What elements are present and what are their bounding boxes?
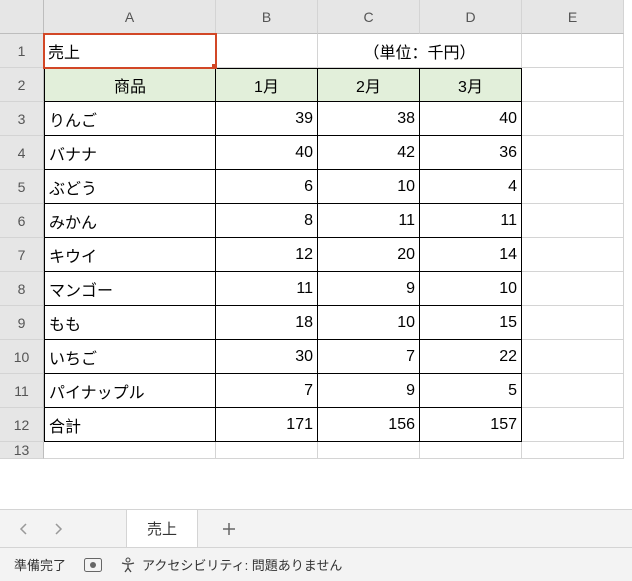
- cell-B4[interactable]: 40: [216, 136, 318, 170]
- cell-A13[interactable]: [44, 442, 216, 459]
- sheet-tab-active[interactable]: 売上: [126, 509, 198, 549]
- cell-C9[interactable]: 10: [318, 306, 420, 340]
- cell-B6[interactable]: 8: [216, 204, 318, 238]
- row-head-11[interactable]: 11: [0, 374, 44, 408]
- accessibility-icon: [120, 557, 136, 573]
- col-head-A[interactable]: A: [44, 0, 216, 34]
- cell-E3[interactable]: [522, 102, 624, 136]
- cell-A1[interactable]: 売上: [44, 34, 216, 68]
- cell-C11[interactable]: 9: [318, 374, 420, 408]
- cell-A8[interactable]: マンゴー: [44, 272, 216, 306]
- cell-B2[interactable]: 1月: [216, 68, 318, 102]
- col-head-E[interactable]: E: [522, 0, 624, 34]
- tab-nav-prev[interactable]: [14, 519, 34, 539]
- select-all-corner[interactable]: [0, 0, 44, 34]
- cell-A7[interactable]: キウイ: [44, 238, 216, 272]
- spreadsheet-grid[interactable]: A B C D E 1 売上 （単位：千円） 2 商品 1月 2月 3月 3 り…: [0, 0, 632, 459]
- cell-C10[interactable]: 7: [318, 340, 420, 374]
- plus-icon: [222, 522, 236, 536]
- accessibility-label: アクセシビリティ: 問題ありません: [142, 555, 342, 574]
- row-head-7[interactable]: 7: [0, 238, 44, 272]
- cell-E12[interactable]: [522, 408, 624, 442]
- status-ready: 準備完了: [14, 555, 66, 574]
- row-head-4[interactable]: 4: [0, 136, 44, 170]
- cell-E10[interactable]: [522, 340, 624, 374]
- cell-A9[interactable]: もも: [44, 306, 216, 340]
- cell-E4[interactable]: [522, 136, 624, 170]
- cell-E8[interactable]: [522, 272, 624, 306]
- cell-D3[interactable]: 40: [420, 102, 522, 136]
- cell-A4[interactable]: バナナ: [44, 136, 216, 170]
- cell-D6[interactable]: 11: [420, 204, 522, 238]
- cell-D13[interactable]: [420, 442, 522, 459]
- cell-B9[interactable]: 18: [216, 306, 318, 340]
- cell-D8[interactable]: 10: [420, 272, 522, 306]
- cell-A10[interactable]: いちご: [44, 340, 216, 374]
- cell-D5[interactable]: 4: [420, 170, 522, 204]
- cell-A3[interactable]: りんご: [44, 102, 216, 136]
- sheet-tab-strip: 売上: [0, 509, 632, 547]
- cell-D9[interactable]: 15: [420, 306, 522, 340]
- row-head-10[interactable]: 10: [0, 340, 44, 374]
- status-bar: 準備完了 アクセシビリティ: 問題ありません: [0, 547, 632, 581]
- cell-E2[interactable]: [522, 68, 624, 102]
- row-head-12[interactable]: 12: [0, 408, 44, 442]
- cell-C3[interactable]: 38: [318, 102, 420, 136]
- cell-B13[interactable]: [216, 442, 318, 459]
- macro-record-button[interactable]: [84, 558, 102, 572]
- cell-A12[interactable]: 合計: [44, 408, 216, 442]
- cell-E5[interactable]: [522, 170, 624, 204]
- cell-A2[interactable]: 商品: [44, 68, 216, 102]
- cell-B8[interactable]: 11: [216, 272, 318, 306]
- cell-D2[interactable]: 3月: [420, 68, 522, 102]
- row-head-3[interactable]: 3: [0, 102, 44, 136]
- cell-C12[interactable]: 156: [318, 408, 420, 442]
- record-macro-icon: [84, 558, 102, 572]
- cell-D10[interactable]: 22: [420, 340, 522, 374]
- cell-C2[interactable]: 2月: [318, 68, 420, 102]
- cell-E13[interactable]: [522, 442, 624, 459]
- cell-E6[interactable]: [522, 204, 624, 238]
- cell-D7[interactable]: 14: [420, 238, 522, 272]
- cell-A6[interactable]: みかん: [44, 204, 216, 238]
- cell-B1[interactable]: [216, 34, 318, 68]
- row-head-6[interactable]: 6: [0, 204, 44, 238]
- col-head-C[interactable]: C: [318, 0, 420, 34]
- cell-B11[interactable]: 7: [216, 374, 318, 408]
- row-head-2[interactable]: 2: [0, 68, 44, 102]
- cell-D12[interactable]: 157: [420, 408, 522, 442]
- cell-C5[interactable]: 10: [318, 170, 420, 204]
- cell-B12[interactable]: 171: [216, 408, 318, 442]
- cell-A5[interactable]: ぶどう: [44, 170, 216, 204]
- cell-D11[interactable]: 5: [420, 374, 522, 408]
- cell-B5[interactable]: 6: [216, 170, 318, 204]
- cell-D4[interactable]: 36: [420, 136, 522, 170]
- cell-E11[interactable]: [522, 374, 624, 408]
- row-head-8[interactable]: 8: [0, 272, 44, 306]
- chevron-left-icon: [19, 523, 29, 535]
- cell-B3[interactable]: 39: [216, 102, 318, 136]
- cell-E1[interactable]: [522, 34, 624, 68]
- cell-E9[interactable]: [522, 306, 624, 340]
- col-head-D[interactable]: D: [420, 0, 522, 34]
- cell-CD1-unit[interactable]: （単位：千円）: [318, 34, 522, 68]
- accessibility-status[interactable]: アクセシビリティ: 問題ありません: [120, 555, 342, 574]
- tab-nav-next[interactable]: [48, 519, 68, 539]
- cell-C6[interactable]: 11: [318, 204, 420, 238]
- row-head-9[interactable]: 9: [0, 306, 44, 340]
- cell-E7[interactable]: [522, 238, 624, 272]
- row-head-13[interactable]: 13: [0, 442, 44, 459]
- row-head-5[interactable]: 5: [0, 170, 44, 204]
- cell-A11[interactable]: パイナップル: [44, 374, 216, 408]
- cell-C4[interactable]: 42: [318, 136, 420, 170]
- chevron-right-icon: [53, 523, 63, 535]
- cell-C7[interactable]: 20: [318, 238, 420, 272]
- cell-B10[interactable]: 30: [216, 340, 318, 374]
- add-sheet-button[interactable]: [212, 512, 246, 546]
- cell-C8[interactable]: 9: [318, 272, 420, 306]
- row-head-1[interactable]: 1: [0, 34, 44, 68]
- cell-C13[interactable]: [318, 442, 420, 459]
- col-head-B[interactable]: B: [216, 0, 318, 34]
- cell-B7[interactable]: 12: [216, 238, 318, 272]
